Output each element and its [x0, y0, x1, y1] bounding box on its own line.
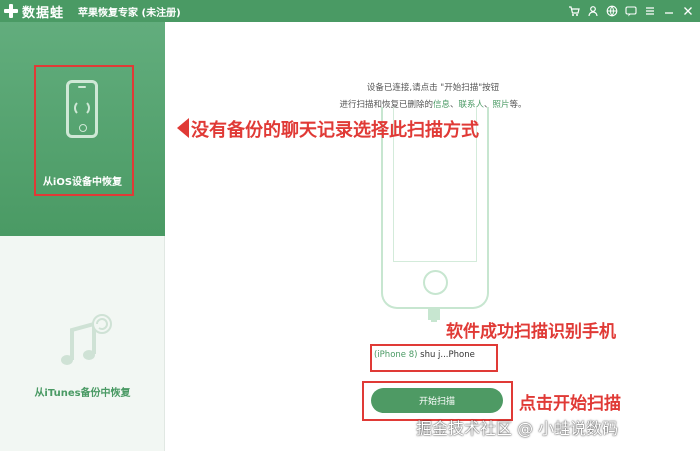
phone-home-button-icon: [423, 270, 448, 295]
cart-icon[interactable]: [568, 5, 580, 17]
globe-icon[interactable]: [606, 5, 618, 17]
highlight-box-device: [370, 344, 498, 372]
titlebar-icons: [568, 0, 694, 22]
lightning-cable-icon: [428, 308, 440, 320]
message-icon[interactable]: [625, 5, 637, 17]
logo-text: 数据蛙: [22, 5, 65, 21]
highlight-box-ios-item: [34, 65, 134, 196]
menu-icon[interactable]: [644, 5, 656, 17]
sidebar-item-label: 从iTunes备份中恢复: [34, 388, 131, 399]
close-icon[interactable]: [682, 5, 694, 17]
user-icon[interactable]: [587, 5, 599, 17]
title-bar: 数据蛙 苹果恢复专家 (未注册): [0, 0, 700, 22]
instruction-line-1: 设备已连接,请点击 "开始扫描"按钮: [366, 83, 500, 93]
music-refresh-icon: [61, 314, 112, 365]
annotation-note-2: 软件成功扫描识别手机: [446, 322, 616, 342]
logo-cross-icon: [4, 4, 18, 18]
annotation-arrow-icon: [177, 118, 189, 138]
minimize-icon[interactable]: [663, 5, 675, 17]
app-logo: 数据蛙: [4, 2, 64, 21]
app-title: 苹果恢复专家 (未注册): [78, 7, 181, 19]
annotation-note-1: 没有备份的聊天记录选择此扫描方式: [191, 120, 479, 141]
sidebar-item-itunes-backup[interactable]: 从iTunes备份中恢复: [0, 236, 165, 451]
annotation-note-3: 点击开始扫描: [519, 394, 621, 414]
link-photos: 照片: [492, 100, 510, 110]
watermark: 掘金技术社区 @ 小蛙说数码: [416, 419, 619, 438]
lightning-cable-tip: [431, 320, 437, 322]
